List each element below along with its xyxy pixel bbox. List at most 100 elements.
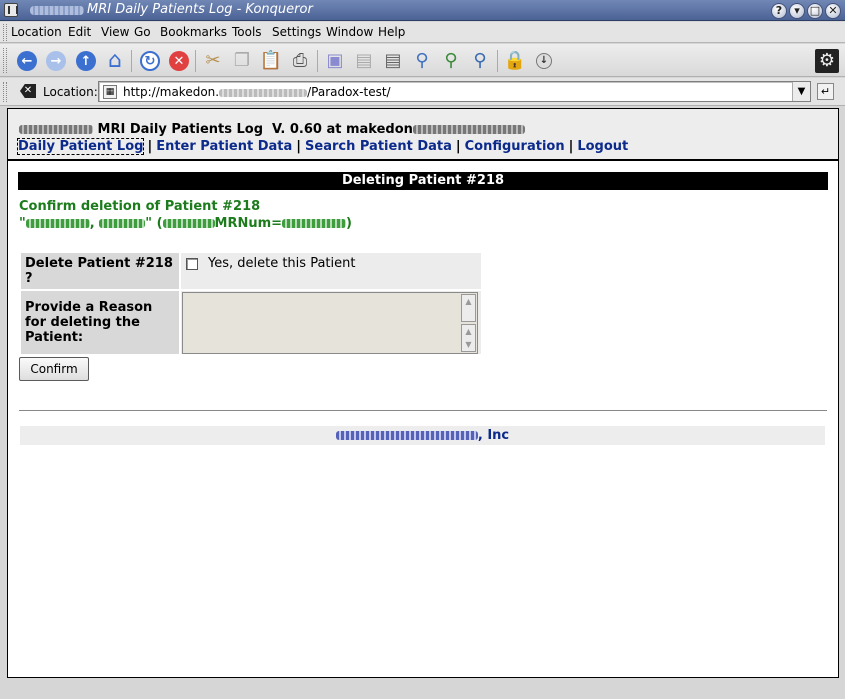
nav-configuration[interactable]: Configuration [465, 139, 565, 154]
reload-icon[interactable]: ↻ [138, 49, 162, 73]
company-suffix: , Inc [477, 428, 510, 443]
delete-icon[interactable]: ▤ [352, 49, 376, 73]
menubar-grip[interactable] [3, 24, 7, 41]
footer-divider [19, 410, 827, 412]
page-content: MRI Daily Patients Log V. 0.60 at makedo… [7, 108, 839, 678]
view-icon[interactable]: ▤ [381, 49, 405, 73]
home-icon[interactable]: ⌂ [103, 49, 127, 73]
quote-close: " [145, 216, 153, 231]
redacted-title-text [30, 6, 84, 15]
delete-checkbox-cell: Yes, delete this Patient [181, 253, 481, 289]
stop-icon[interactable]: ✕ [167, 49, 191, 73]
confirm-button[interactable]: Confirm [19, 357, 89, 381]
zoom-in-icon[interactable]: ⚲ [439, 49, 463, 73]
site-header: MRI Daily Patients Log V. 0.60 at makedo… [8, 109, 838, 161]
reason-scrollbar-upper[interactable]: ▲ [461, 294, 476, 322]
section-title: Deleting Patient #218 [18, 172, 828, 190]
redacted-first-name [99, 219, 146, 228]
minimize-window-button[interactable]: ▾ [789, 3, 805, 19]
toolbar-separator [195, 50, 196, 72]
site-version: V. 0.60 at makedon [272, 122, 525, 137]
toolbar-grip[interactable] [3, 48, 7, 73]
print-icon[interactable]: ⎙ [288, 49, 312, 73]
reason-scrollbar-lower[interactable]: ▲ ▼ [461, 324, 476, 352]
help-window-button[interactable]: ? [771, 3, 787, 19]
copy-icon[interactable]: ❐ [230, 49, 254, 73]
konqueror-gear-icon[interactable]: ⚙ [815, 49, 839, 73]
new-folder-icon[interactable]: ▣ [323, 49, 347, 73]
maximize-window-button[interactable]: □ [807, 3, 823, 19]
redacted-host-name [412, 125, 525, 134]
nav-separator: | [568, 139, 574, 154]
window-titlebar[interactable]: MRI Daily Patients Log - Konqueror ? ▾ □… [0, 0, 845, 21]
clear-location-icon[interactable]: ✕ [20, 84, 36, 98]
menubar: Location Edit View Go Bookmarks Tools Se… [0, 22, 845, 43]
footer: , Inc [20, 426, 825, 445]
menu-view[interactable]: View [101, 25, 129, 39]
location-dropdown-icon[interactable]: ▼ [792, 82, 810, 101]
redacted-company-name [335, 431, 478, 440]
site-title: MRI Daily Patients Log [19, 122, 263, 137]
location-bar: ✕ Location: ▦ http://makedon. /Paradox-te… [0, 78, 845, 106]
menu-window[interactable]: Window [326, 25, 373, 39]
toolbar-separator [131, 50, 132, 72]
konqueror-app-icon[interactable] [4, 3, 18, 17]
menu-help[interactable]: Help [378, 25, 405, 39]
nav-daily-patient-log[interactable]: Daily Patient Log [16, 138, 145, 155]
menu-go[interactable]: Go [134, 25, 151, 39]
toolbar-separator [317, 50, 318, 72]
delete-patient-label: Delete Patient #218 ? [21, 253, 179, 289]
confirm-heading: Confirm deletion of Patient #218 [19, 199, 261, 214]
mrnum-label: MRNum= [214, 216, 283, 231]
nav-separator: | [296, 139, 302, 154]
site-title-text: MRI Daily Patients Log [97, 122, 264, 137]
redacted-mrnum [282, 219, 347, 228]
nav-enter-patient-data[interactable]: Enter Patient Data [156, 139, 292, 154]
menu-settings[interactable]: Settings [272, 25, 321, 39]
zoom-fit-icon[interactable]: ⚲ [410, 49, 434, 73]
up-icon[interactable]: ↑ [74, 49, 98, 73]
redacted-org-name [19, 125, 93, 134]
nav-separator: | [455, 139, 461, 154]
menu-location[interactable]: Location [11, 25, 62, 39]
delete-form-table: Delete Patient #218 ? Yes, delete this P… [19, 251, 483, 356]
location-bar-grip[interactable] [3, 82, 7, 102]
mrnum-paren-close: ) [346, 216, 352, 231]
location-label: Location: [43, 85, 98, 99]
delete-confirm-checkbox[interactable] [186, 257, 198, 270]
security-lock-icon[interactable]: 🔒 [503, 49, 527, 73]
forward-icon[interactable]: → [44, 49, 68, 73]
main-toolbar: ← → ↑ ⌂ ↻ ✕ ✂ ❐ 📋 ⎙ ▣ ▤ ▤ ⚲ ⚲ ⚲ 🔒 ↓ ⚙ [0, 44, 845, 77]
url-suffix: /Paradox-test/ [307, 85, 391, 99]
nav-separator: | [147, 139, 153, 154]
site-favicon-icon: ▦ [103, 85, 117, 99]
window-title: MRI Daily Patients Log - Konqueror [87, 2, 313, 17]
back-icon[interactable]: ← [15, 49, 39, 73]
cut-icon[interactable]: ✂ [201, 49, 225, 73]
location-input[interactable]: ▦ http://makedon. /Paradox-test/ ▼ [98, 81, 811, 102]
quote-open: " [19, 216, 26, 231]
name-comma: , [89, 216, 100, 231]
toolbar-separator [497, 50, 498, 72]
zoom-out-icon[interactable]: ⚲ [468, 49, 492, 73]
menu-tools[interactable]: Tools [232, 25, 262, 39]
site-nav: Daily Patient Log | Enter Patient Data | Sea… [16, 138, 628, 155]
nav-logout[interactable]: Logout [577, 139, 628, 154]
delete-checkbox-label[interactable]: Yes, delete this Patient [208, 256, 355, 271]
redacted-url-host [219, 88, 308, 97]
redacted-last-name [25, 219, 90, 228]
go-icon[interactable]: ↵ [817, 83, 834, 100]
redacted-patient-id [162, 219, 215, 228]
url-prefix: http://makedon. [123, 85, 220, 99]
download-icon[interactable]: ↓ [532, 49, 556, 73]
mrnum-paren-open: ( [156, 216, 163, 231]
nav-search-patient-data[interactable]: Search Patient Data [305, 139, 452, 154]
paste-icon[interactable]: 📋 [259, 49, 283, 73]
reason-label: Provide a Reason for deleting the Patien… [21, 291, 179, 354]
patient-identity: ", " ( MRNum=) [19, 216, 352, 231]
close-window-button[interactable]: ✕ [825, 3, 841, 19]
reason-cell: ▲ ▲ ▼ [181, 291, 481, 354]
menu-bookmarks[interactable]: Bookmarks [160, 25, 227, 39]
menu-edit[interactable]: Edit [68, 25, 91, 39]
reason-textarea[interactable]: ▲ ▲ ▼ [182, 292, 478, 354]
